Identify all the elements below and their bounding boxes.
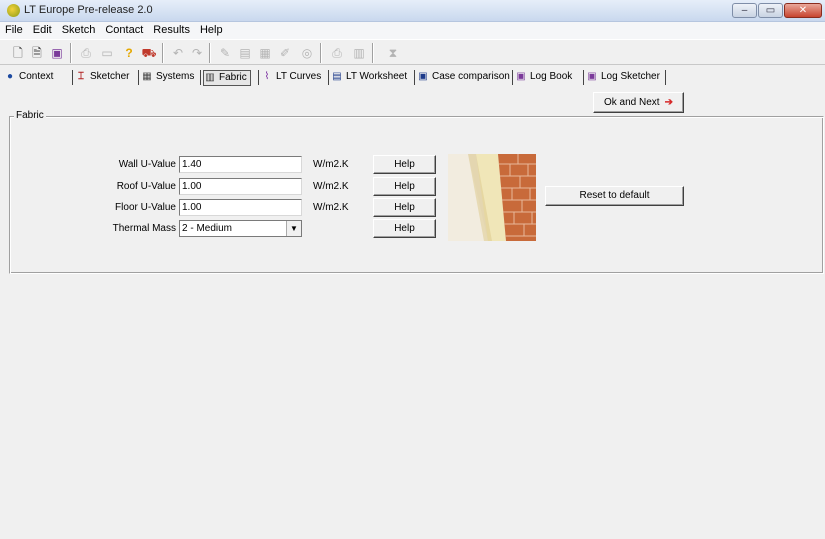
tab-context[interactable]: ● Context bbox=[4, 70, 56, 86]
reset-to-default-button[interactable]: Reset to default bbox=[545, 186, 684, 206]
curves-icon: ⌇ bbox=[264, 71, 270, 82]
worksheet-icon: ▤ bbox=[332, 71, 342, 82]
minimize-button[interactable]: – bbox=[732, 3, 757, 18]
fabric-icon: ▥ bbox=[205, 72, 215, 83]
tab-separator bbox=[583, 70, 584, 85]
maximize-button[interactable]: ▭ bbox=[758, 3, 783, 18]
undo-icon[interactable]: ↶ bbox=[169, 44, 187, 62]
tab-separator bbox=[200, 70, 201, 85]
new-icon[interactable]: 🗋 bbox=[9, 44, 27, 62]
globe-icon: ● bbox=[6, 71, 14, 82]
wall-u-value-field[interactable]: 1.40 bbox=[179, 156, 302, 173]
toolbar-separator bbox=[209, 43, 211, 63]
thermal-mass-select[interactable]: 2 - Medium ▼ bbox=[179, 220, 302, 237]
tab-lt-worksheet[interactable]: ▤ LT Worksheet bbox=[331, 70, 410, 86]
thermal-mass-value: 2 - Medium bbox=[182, 223, 233, 234]
floor-u-value-label: Floor U-Value bbox=[115, 202, 176, 213]
tab-separator bbox=[258, 70, 259, 85]
car-icon[interactable]: ⛟ bbox=[140, 44, 158, 62]
save-icon[interactable]: ▣ bbox=[48, 44, 66, 62]
tab-separator bbox=[72, 70, 73, 85]
wall-construction-image bbox=[448, 154, 536, 241]
menu-file[interactable]: File bbox=[0, 22, 28, 36]
tab-log-sketcher[interactable]: ▣ Log Sketcher bbox=[586, 70, 663, 86]
toolbar-separator bbox=[162, 43, 164, 63]
toolbar: 🗋 🗎 ▣ ⎙ ▭ ? ⛟ ↶ ↷ ✎ ▤ ▦ ✐ ◎ ⎙ ▥ ⧗ bbox=[0, 39, 825, 65]
tool3-icon[interactable]: ▦ bbox=[256, 44, 274, 62]
thermal-mass-label: Thermal Mass bbox=[112, 223, 176, 234]
app-icon bbox=[7, 4, 20, 17]
tab-sketcher[interactable]: ⌶ Sketcher bbox=[75, 70, 132, 86]
tab-label: LT Curves bbox=[276, 71, 322, 82]
floor-help-button[interactable]: Help bbox=[373, 198, 436, 217]
tool1-icon[interactable]: ✎ bbox=[216, 44, 234, 62]
toolbar-separator bbox=[372, 43, 374, 63]
menu-edit[interactable]: Edit bbox=[28, 22, 57, 36]
floor-u-value-field[interactable]: 1.00 bbox=[179, 199, 302, 216]
tab-strip: ● Context ⌶ Sketcher ▦ Systems ▥ Fabric ⌇ LT … bbox=[0, 66, 825, 88]
window-title: LT Europe Pre-release 2.0 bbox=[24, 4, 153, 16]
logsketcher-icon: ▣ bbox=[587, 71, 597, 82]
wall-u-value-label: Wall U-Value bbox=[118, 159, 176, 170]
tab-systems[interactable]: ▦ Systems bbox=[141, 70, 197, 86]
tab-separator bbox=[138, 70, 139, 85]
fabric-group-label: Fabric bbox=[14, 110, 46, 121]
tab-label: Systems bbox=[156, 71, 195, 82]
tab-lt-curves[interactable]: ⌇ LT Curves bbox=[261, 70, 324, 86]
floor-unit: W/m2.K bbox=[313, 202, 349, 213]
preview-icon[interactable]: ▭ bbox=[98, 44, 116, 62]
logbook-icon: ▣ bbox=[516, 71, 526, 82]
print-icon[interactable]: ⎙ bbox=[77, 44, 95, 62]
menu-results[interactable]: Results bbox=[148, 22, 195, 36]
toolbar-separator bbox=[70, 43, 72, 63]
tab-case-comparison[interactable]: ▣ Case comparison bbox=[417, 70, 513, 86]
tab-label: Log Sketcher bbox=[601, 71, 660, 82]
right-arrow-icon: ➔ bbox=[664, 97, 673, 108]
chevron-down-icon[interactable]: ▼ bbox=[286, 221, 301, 236]
tab-label: Fabric bbox=[219, 72, 247, 83]
tool2-icon[interactable]: ▤ bbox=[236, 44, 254, 62]
tab-separator bbox=[414, 70, 415, 85]
tool6-icon[interactable]: ⎙ bbox=[328, 44, 346, 62]
tool7-icon[interactable]: ▥ bbox=[350, 44, 368, 62]
help-icon[interactable]: ? bbox=[120, 44, 138, 62]
menu-help[interactable]: Help bbox=[195, 22, 228, 36]
open-icon[interactable]: 🗎 bbox=[28, 44, 46, 62]
close-button[interactable]: ✕ bbox=[784, 3, 822, 18]
redo-icon[interactable]: ↷ bbox=[188, 44, 206, 62]
tab-label: Sketcher bbox=[90, 71, 130, 82]
sketcher-icon: ⌶ bbox=[78, 71, 84, 82]
tab-label: Context bbox=[19, 71, 54, 82]
ok-and-next-button[interactable]: Ok and Next ➔ bbox=[593, 92, 684, 113]
ok-and-next-label: Ok and Next bbox=[604, 97, 660, 108]
tool4-icon[interactable]: ✐ bbox=[276, 44, 294, 62]
roof-unit: W/m2.K bbox=[313, 181, 349, 192]
menu-bar: File Edit Sketch Contact Results Help bbox=[0, 22, 825, 39]
thermal-help-button[interactable]: Help bbox=[373, 219, 436, 238]
tab-log-book[interactable]: ▣ Log Book bbox=[515, 70, 575, 86]
hourglass-icon[interactable]: ⧗ bbox=[384, 44, 402, 62]
tab-label: Log Book bbox=[530, 71, 573, 82]
toolbar-separator bbox=[320, 43, 322, 63]
comparison-icon: ▣ bbox=[418, 71, 428, 82]
tab-separator bbox=[512, 70, 513, 85]
tab-separator bbox=[665, 70, 666, 85]
tab-separator bbox=[328, 70, 329, 85]
roof-help-button[interactable]: Help bbox=[373, 177, 436, 196]
wall-help-button[interactable]: Help bbox=[373, 155, 436, 174]
window-controls: – ▭ ✕ bbox=[732, 3, 822, 18]
roof-u-value-field[interactable]: 1.00 bbox=[179, 178, 302, 195]
roof-u-value-label: Roof U-Value bbox=[116, 181, 176, 192]
tool5-icon[interactable]: ◎ bbox=[298, 44, 316, 62]
systems-icon: ▦ bbox=[142, 71, 152, 82]
wall-unit: W/m2.K bbox=[313, 159, 349, 170]
tab-label: LT Worksheet bbox=[346, 71, 408, 82]
menu-contact[interactable]: Contact bbox=[100, 22, 148, 36]
title-bar: LT Europe Pre-release 2.0 – ▭ ✕ bbox=[0, 0, 825, 22]
menu-sketch[interactable]: Sketch bbox=[57, 22, 101, 36]
tab-fabric[interactable]: ▥ Fabric bbox=[203, 70, 251, 86]
tab-label: Case comparison bbox=[432, 71, 510, 82]
